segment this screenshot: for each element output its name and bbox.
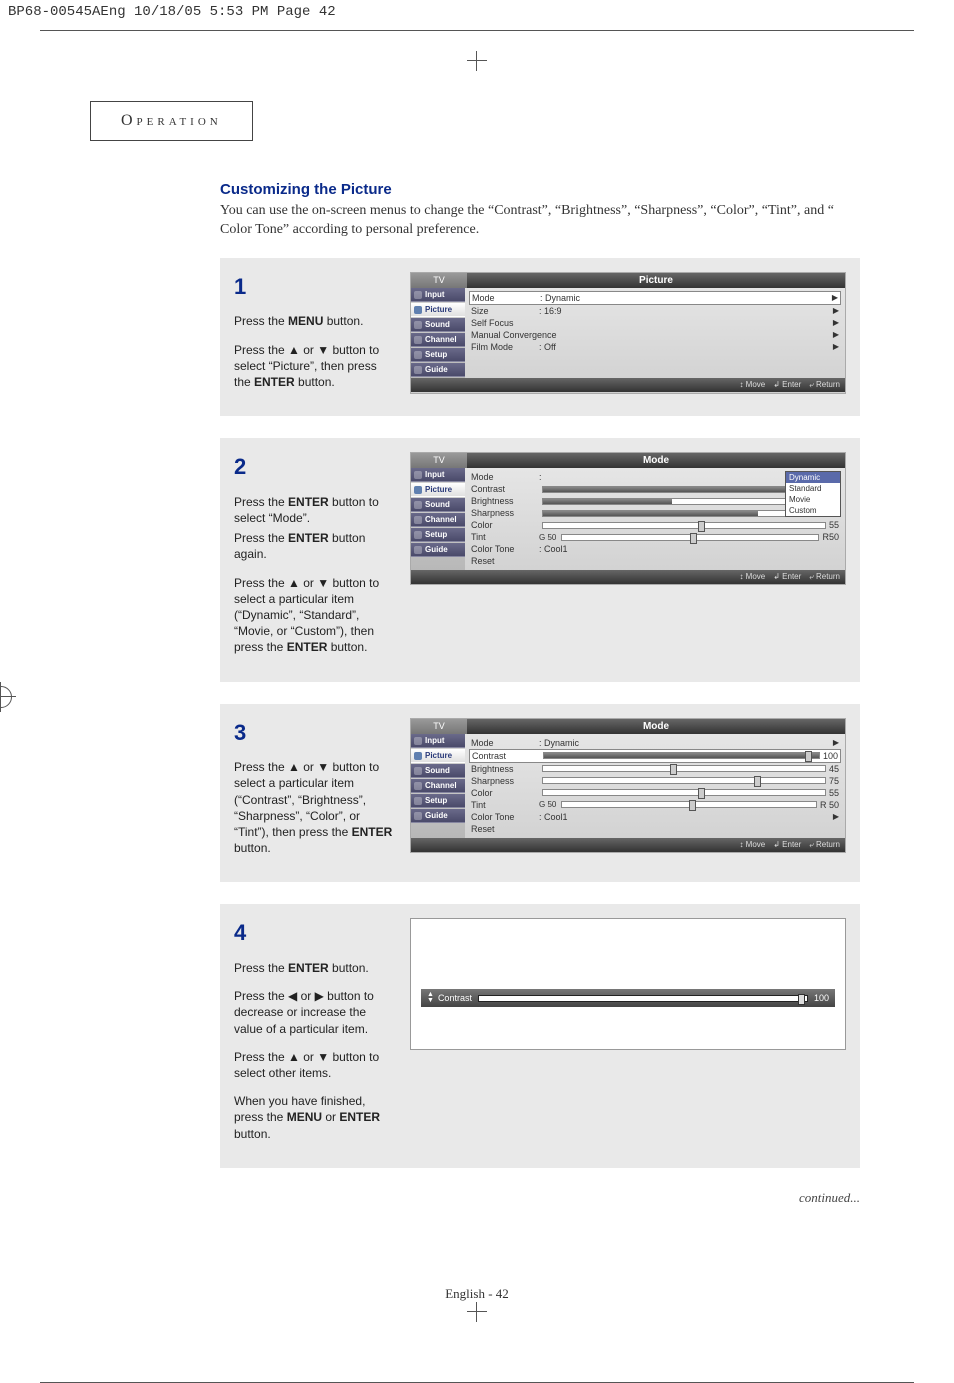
step-2-number: 2 (234, 452, 394, 482)
step-4: 4 Press the ENTER button. Press the ◀ or… (220, 904, 860, 1167)
mode-dropdown[interactable]: Dynamic Standard Movie Custom (785, 471, 841, 517)
menu-row-sharpness[interactable]: Sharpness75 (469, 775, 841, 787)
menu-row-reset[interactable]: Reset (469, 823, 841, 835)
step-4-number: 4 (234, 918, 394, 948)
page-footer: English - 42 (60, 1286, 894, 1302)
menu-row-film-mode[interactable]: Film Mode: Off▶ (469, 341, 841, 353)
menu-row-size[interactable]: Size: 16:9▶ (469, 305, 841, 317)
sidebar-item-input[interactable]: Input (411, 288, 465, 302)
printer-crop-top (467, 51, 487, 71)
dropdown-movie[interactable]: Movie (786, 494, 840, 505)
printer-reg-left (0, 686, 20, 716)
menu-row-tint[interactable]: TintG 50R50 (469, 531, 841, 543)
sidebar-item-guide[interactable]: Guide (411, 363, 465, 377)
sidebar-item-setup[interactable]: Setup (411, 348, 465, 362)
adjust-bar[interactable]: ▲▼ Contrast 100 (421, 989, 835, 1007)
sidebar-item-setup[interactable]: Setup (411, 794, 465, 808)
sidebar-item-guide[interactable]: Guide (411, 809, 465, 823)
page: Operation Customizing the Picture You ca… (0, 31, 954, 1342)
step-1-number: 1 (234, 272, 394, 302)
doc-header-line: BP68-00545AEng 10/18/05 5:53 PM Page 42 (0, 0, 954, 24)
intro-text: You can use the on-screen menus to chang… (220, 202, 860, 240)
sidebar-item-setup[interactable]: Setup (411, 528, 465, 542)
section-title-box: Operation (90, 101, 253, 141)
menu-row-mode[interactable]: Mode: Dynamic▶ (469, 737, 841, 749)
printer-crop-bottom (467, 1302, 487, 1322)
dropdown-custom[interactable]: Custom (786, 505, 840, 516)
menu-row-brightness[interactable]: Brightness45 (469, 763, 841, 775)
adjust-value: 100 (814, 993, 829, 1003)
menu-row-reset[interactable]: Reset (469, 555, 841, 567)
menu-row-color[interactable]: Color55 (469, 519, 841, 531)
menu-row-color-tone[interactable]: Color Tone: Cool1 (469, 543, 841, 555)
osd-panel-1: TV Picture Input Picture Sound Channel S… (410, 272, 846, 394)
menu-row-tint[interactable]: TintG 50R 50 (469, 799, 841, 811)
adjust-label: Contrast (438, 993, 472, 1003)
step-1: 1 Press the MENU button. Press the ▲ or … (220, 258, 860, 416)
adjust-slider[interactable] (478, 995, 808, 1002)
osd-panel-3: TV Mode Input Picture Sound Channel Setu… (410, 718, 846, 853)
dropdown-dynamic[interactable]: Dynamic (786, 472, 840, 483)
sidebar-item-channel[interactable]: Channel (411, 513, 465, 527)
menu-row-color-tone[interactable]: Color Tone: Cool1▶ (469, 811, 841, 823)
sidebar-item-sound[interactable]: Sound (411, 498, 465, 512)
sidebar-item-picture[interactable]: Picture (411, 483, 465, 497)
menu-row-contrast[interactable]: Contrast100 (469, 749, 841, 763)
step-2: 2 Press the ENTER button to select “Mode… (220, 438, 860, 681)
section-title: Operation (121, 112, 222, 129)
menu-row-self-focus[interactable]: Self Focus▶ (469, 317, 841, 329)
menu-row-color[interactable]: Color55 (469, 787, 841, 799)
dropdown-standard[interactable]: Standard (786, 483, 840, 494)
step-3-number: 3 (234, 718, 394, 748)
sidebar-item-picture[interactable]: Picture (411, 749, 465, 763)
osd-sidebar: Input Picture Sound Channel Setup Guide (411, 288, 465, 378)
page-subtitle: Customizing the Picture (220, 181, 860, 198)
menu-row-convergence[interactable]: Manual Convergence▶ (469, 329, 841, 341)
sidebar-item-input[interactable]: Input (411, 734, 465, 748)
osd-title: Picture (467, 273, 845, 288)
sidebar-item-sound[interactable]: Sound (411, 764, 465, 778)
osd-tv-label: TV (411, 273, 467, 288)
up-down-arrows-icon: ▲▼ (427, 992, 434, 1004)
osd-footer: ↕ Move↲ Enter⤶ Return (411, 378, 845, 392)
sidebar-item-channel[interactable]: Channel (411, 333, 465, 347)
sidebar-item-guide[interactable]: Guide (411, 543, 465, 557)
osd-panel-4: ▲▼ Contrast 100 (410, 918, 846, 1050)
sidebar-item-channel[interactable]: Channel (411, 779, 465, 793)
sidebar-item-input[interactable]: Input (411, 468, 465, 482)
sidebar-item-sound[interactable]: Sound (411, 318, 465, 332)
menu-row-mode[interactable]: Mode: Dynamic▶ (469, 291, 841, 305)
osd-panel-2: TV Mode Input Picture Sound Channel Setu… (410, 452, 846, 585)
continued-text: continued... (220, 1190, 860, 1206)
step-3: 3 Press the ▲ or ▼ button to select a pa… (220, 704, 860, 883)
sidebar-item-picture[interactable]: Picture (411, 303, 465, 317)
